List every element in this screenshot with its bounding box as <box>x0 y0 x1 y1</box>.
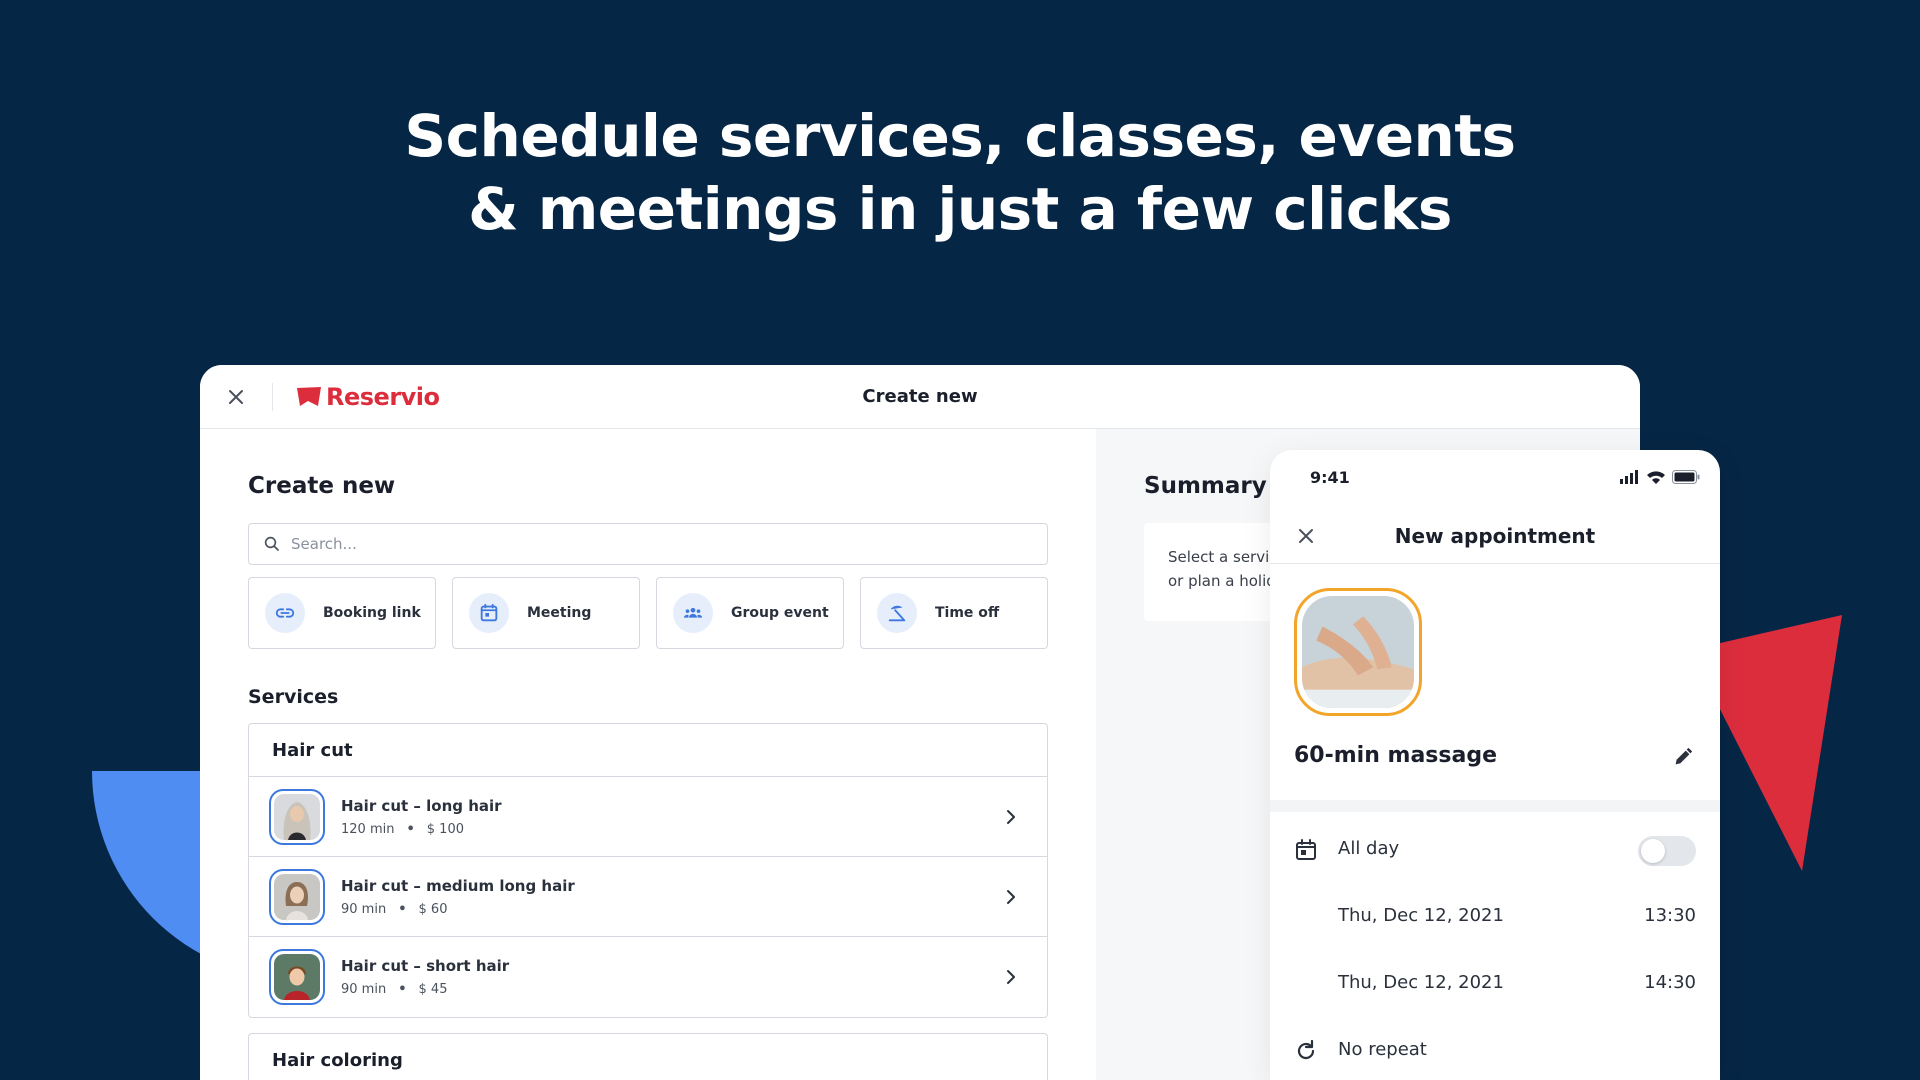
service-avatar <box>269 868 325 925</box>
time-off-label: Time off <box>935 605 1000 621</box>
time-off-button[interactable]: Time off <box>860 577 1048 649</box>
service-text: Hair cut – short hair 90 min • $ 45 <box>341 957 509 997</box>
summary-heading: Summary <box>1144 473 1267 499</box>
meeting-button[interactable]: Meeting <box>452 577 640 649</box>
brand-logo[interactable]: Reservio <box>296 381 440 413</box>
service-row[interactable]: Hair cut – short hair 90 min • $ 45 <box>249 937 1047 1017</box>
service-photo-long-hair <box>274 793 320 840</box>
service-name: Hair cut – short hair <box>341 957 510 975</box>
start-time[interactable]: 13:30 <box>1644 905 1696 926</box>
phone-header: New appointment <box>1270 508 1720 564</box>
reservio-logo-icon <box>297 387 321 406</box>
time-off-icon-wrap <box>877 593 917 633</box>
signal-icon <box>1620 470 1638 484</box>
meeting-label: Meeting <box>527 605 592 621</box>
create-new-heading: Create new <box>248 473 396 499</box>
repeat-icon <box>1297 1039 1315 1060</box>
appointment-service-name: 60-min massage <box>1294 743 1498 768</box>
service-row[interactable]: Hair cut – long hair 120 min • $ 100 <box>249 777 1047 857</box>
hero-line-2: & meetings in just a few clicks <box>468 175 1452 243</box>
service-name: Hair cut – medium long hair <box>341 876 575 895</box>
service-photo-short-hair <box>274 954 320 1000</box>
services-heading: Services <box>248 686 339 708</box>
end-time[interactable]: 14:30 <box>1644 972 1696 993</box>
service-duration: 90 min <box>341 901 387 917</box>
service-meta: 120 min • $ 100 <box>341 822 502 837</box>
start-date[interactable]: Thu, Dec 12, 2021 <box>1338 905 1504 926</box>
service-name: Hair cut – long hair <box>341 796 502 815</box>
service-meta: 90 min • $ 60 <box>341 902 575 917</box>
portrait-image-icon <box>274 954 320 1000</box>
booking-link-icon-wrap <box>265 593 305 633</box>
service-meta: 90 min • $ 45 <box>341 982 509 997</box>
toggle-knob <box>1641 839 1665 863</box>
portrait-image-icon <box>274 793 320 840</box>
mobile-new-appointment: 9:41 New appointment 60-min massage All … <box>1270 450 1720 1080</box>
repeat-row[interactable]: No repeat <box>1270 1023 1720 1079</box>
pencil-icon[interactable] <box>1672 746 1694 768</box>
phone-status-bar: 9:41 <box>1270 450 1720 508</box>
phone-title: New appointment <box>1394 524 1596 548</box>
booking-link-button[interactable]: Booking link <box>248 577 436 649</box>
separator-dot: • <box>398 982 407 997</box>
end-date[interactable]: Thu, Dec 12, 2021 <box>1338 972 1504 993</box>
service-row[interactable]: Hair cut – medium long hair 90 min • $ 6… <box>249 857 1047 937</box>
service-text: Hair cut – medium long hair 90 min • $ 6… <box>341 877 575 917</box>
service-price: $ 60 <box>418 901 448 917</box>
link-icon <box>275 608 295 618</box>
search-input[interactable] <box>291 535 1031 553</box>
hero-headline: Schedule services, classes, events & mee… <box>0 100 1920 246</box>
hero-line-1: Schedule services, classes, events <box>404 102 1516 170</box>
start-datetime-row[interactable]: Thu, Dec 12, 2021 13:30 <box>1270 889 1720 945</box>
chevron-right-icon <box>1007 890 1015 904</box>
topbar-divider <box>272 383 273 411</box>
brand-name: Reservio <box>326 383 440 411</box>
all-day-label: All day <box>1338 838 1400 859</box>
service-group-title: Hair coloring <box>272 1050 403 1071</box>
create-new-pane: Create new Booking link <box>200 429 1096 1080</box>
status-time: 9:41 <box>1310 468 1350 487</box>
massage-photo <box>1302 596 1414 708</box>
service-group-hair-coloring[interactable]: Hair coloring <box>248 1033 1048 1080</box>
service-avatar <box>269 949 325 1005</box>
search-box[interactable] <box>248 523 1048 565</box>
group-event-button[interactable]: Group event <box>656 577 844 649</box>
wifi-icon <box>1647 471 1665 484</box>
service-photo[interactable] <box>1294 588 1422 716</box>
search-icon <box>264 536 279 551</box>
chevron-right-icon <box>1007 810 1015 824</box>
service-group-title: Hair cut <box>249 724 1047 777</box>
close-icon[interactable] <box>224 385 248 409</box>
battery-icon <box>1672 470 1700 484</box>
service-photo-medium-hair <box>274 873 320 920</box>
separator-dot: • <box>406 821 415 837</box>
section-divider <box>1270 800 1720 812</box>
all-day-row: All day <box>1270 822 1720 878</box>
quick-actions: Booking link Meeting Group event Time of… <box>248 577 1048 649</box>
repeat-label: No repeat <box>1338 1039 1427 1060</box>
umbrella-icon <box>888 605 906 622</box>
end-datetime-row[interactable]: Thu, Dec 12, 2021 14:30 <box>1270 956 1720 1012</box>
service-price: $ 45 <box>418 982 448 997</box>
separator-dot: • <box>398 901 407 917</box>
portrait-image-icon <box>274 873 320 920</box>
all-day-toggle[interactable] <box>1638 836 1696 866</box>
chevron-right-icon <box>1007 970 1015 984</box>
booking-link-label: Booking link <box>323 605 421 621</box>
service-price: $ 100 <box>426 821 464 837</box>
group-icon <box>683 607 703 618</box>
group-event-label: Group event <box>731 605 829 621</box>
group-event-icon-wrap <box>673 593 713 633</box>
window-topbar: Reservio Create new <box>200 365 1640 429</box>
service-duration: 120 min <box>341 821 395 837</box>
meeting-icon-wrap <box>469 593 509 633</box>
massage-image-icon <box>1302 596 1414 708</box>
service-text: Hair cut – long hair 120 min • $ 100 <box>341 797 502 837</box>
status-icons <box>1620 470 1700 484</box>
service-avatar <box>269 788 325 845</box>
service-duration: 90 min <box>341 982 387 997</box>
calendar-icon <box>480 603 498 622</box>
service-group-hair-cut: Hair cut Hair cut – long hair 120 min • … <box>248 723 1048 1018</box>
calendar-icon <box>1296 839 1316 860</box>
